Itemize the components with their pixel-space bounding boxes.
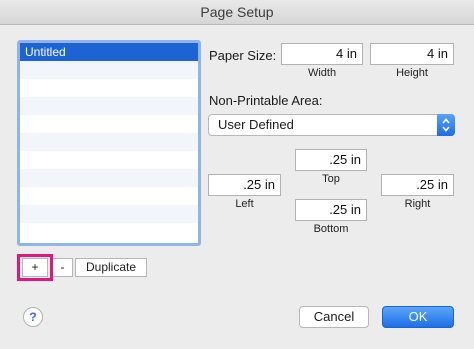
help-button[interactable]: ? (23, 307, 43, 327)
non-printable-area-select[interactable]: User Defined (208, 114, 455, 136)
list-row-empty (20, 151, 198, 169)
left-label: Left (235, 198, 254, 210)
margin-bottom-field[interactable]: .25 in (295, 199, 367, 221)
paper-width-field[interactable]: 4 in (281, 43, 363, 65)
select-arrows-icon (437, 114, 455, 136)
list-row-empty (20, 97, 198, 115)
bottom-label: Bottom (313, 223, 349, 235)
paper-size-label: Paper Size: (209, 48, 277, 63)
margin-left-field[interactable]: .25 in (208, 174, 281, 196)
list-row-empty (20, 169, 198, 187)
duplicate-button[interactable]: Duplicate (75, 258, 147, 277)
remove-paper-button[interactable]: - (52, 258, 73, 277)
list-row-empty (20, 223, 198, 241)
list-item[interactable]: Untitled (20, 43, 198, 61)
list-row-empty (20, 187, 198, 205)
height-label: Height (396, 67, 428, 79)
window-title: Page Setup (0, 0, 474, 25)
paper-height-field[interactable]: 4 in (370, 43, 454, 65)
cancel-button[interactable]: Cancel (299, 306, 369, 328)
list-row-empty (20, 133, 198, 151)
list-row-empty (20, 79, 198, 97)
list-row-empty (20, 115, 198, 133)
width-label: Width (307, 67, 337, 79)
list-row-empty (20, 61, 198, 79)
non-printable-area-label: Non-Printable Area: (209, 93, 323, 108)
paper-size-list[interactable]: Untitled (17, 40, 201, 246)
select-value: User Defined (218, 117, 294, 132)
right-label: Right (404, 198, 431, 210)
ok-button[interactable]: OK (382, 306, 454, 328)
margin-right-field[interactable]: .25 in (381, 174, 454, 196)
list-row-empty (20, 205, 198, 223)
add-button-highlight (17, 254, 53, 281)
margin-top-field[interactable]: .25 in (295, 149, 367, 171)
top-label: Top (322, 173, 340, 185)
